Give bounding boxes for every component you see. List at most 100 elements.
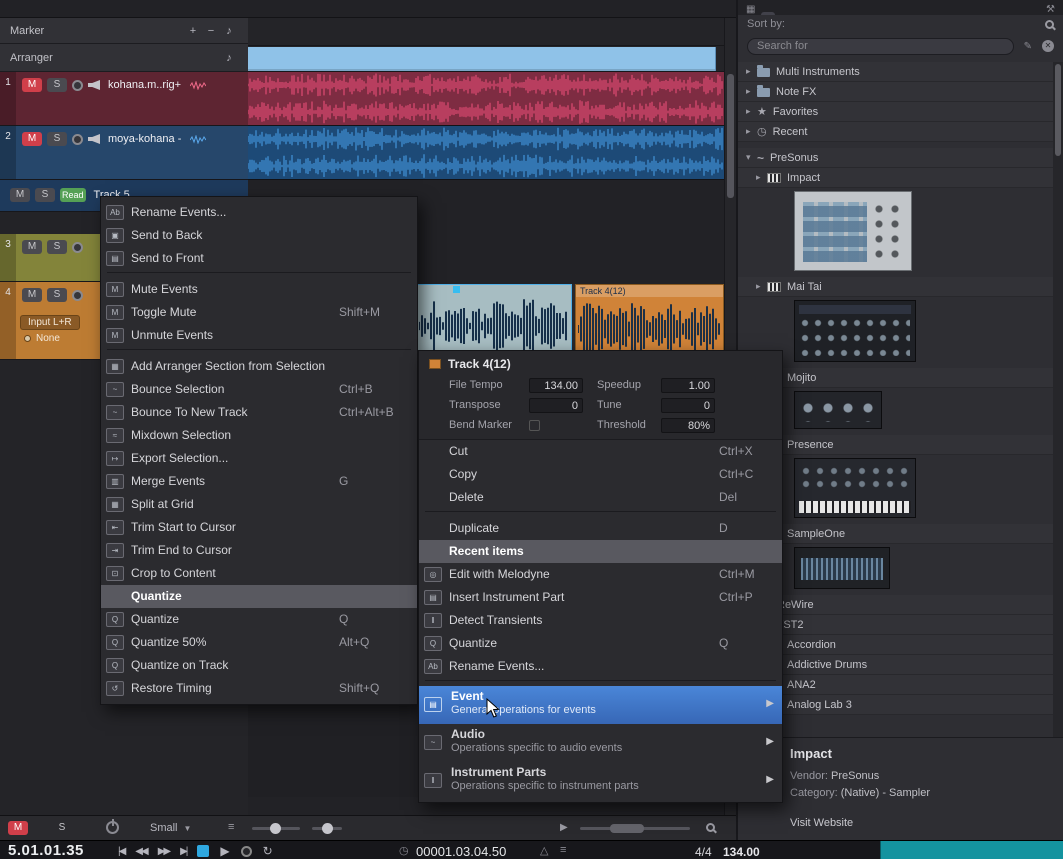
master-solo-button[interactable]: S (52, 821, 72, 835)
event-handle[interactable] (453, 286, 460, 293)
level-slider[interactable] (252, 823, 300, 834)
presence-thumbnail[interactable] (738, 455, 1053, 524)
monitor-icon[interactable] (88, 134, 100, 144)
visit-website-link[interactable]: Visit Website (790, 817, 853, 829)
marker-lane[interactable] (248, 18, 736, 46)
record-button[interactable] (240, 845, 252, 857)
stop-button[interactable] (197, 845, 210, 857)
tree-item-presence[interactable]: Presence (738, 435, 1053, 455)
track-1[interactable]: 1 M S kohana.m..rig+ (0, 72, 248, 126)
automation-mode-button[interactable]: Read (60, 188, 86, 202)
browser-tab[interactable] (812, 12, 826, 15)
output-selector[interactable]: None (20, 333, 80, 344)
file-tempo-value[interactable]: 134.00 (529, 377, 583, 393)
marker-music-icon[interactable]: ♪ (220, 24, 238, 38)
solo-button[interactable]: S (35, 188, 55, 202)
arrow-tool[interactable] (88, 2, 104, 16)
tree-item-mai-tai[interactable]: ▸ Mai Tai (738, 277, 1053, 297)
browser-scrollbar-thumb[interactable] (1055, 64, 1061, 156)
add-marker-button[interactable]: + (184, 24, 202, 38)
clear-search-icon[interactable]: ✕ (1042, 40, 1054, 52)
expand-arrow-icon[interactable]: ▸ (746, 126, 757, 137)
impact-thumbnail[interactable] (738, 188, 1053, 277)
menu-item[interactable]: ~ Bounce Selection Ctrl+B (101, 378, 417, 401)
bend-tool[interactable] (226, 2, 242, 16)
tree-item-presonus[interactable]: ▾ PreSonus (738, 148, 1053, 168)
browser-tab[interactable] (795, 12, 809, 15)
position-display[interactable]: 00001.03.04.50 (416, 844, 506, 859)
zoom-icon[interactable] (706, 823, 715, 832)
arranger-music-icon[interactable]: ♪ (220, 51, 238, 65)
plugin-thumbnail[interactable] (794, 191, 912, 271)
tree-item-analog-lab-3[interactable]: Analog Lab 3 (738, 695, 1053, 715)
track-1-lane[interactable] (248, 72, 736, 126)
record-arm-button[interactable] (72, 79, 83, 91)
menu-item[interactable]: ~ Bounce To New Track Ctrl+Alt+B (101, 401, 417, 424)
sampleone-thumbnail[interactable] (738, 544, 1053, 595)
menu-item[interactable]: Copy Ctrl+C (419, 463, 782, 486)
monitor-icon[interactable] (88, 80, 100, 90)
menu-category-item[interactable]: ▤ Event General operations for events ▶ (419, 686, 782, 724)
solo-button[interactable]: S (47, 132, 67, 146)
tune-value[interactable]: 0 (661, 397, 715, 413)
record-arm-button[interactable] (72, 133, 83, 145)
eraser-tool[interactable] (157, 2, 173, 16)
metronome-icon[interactable]: △ (540, 844, 548, 857)
solo-button[interactable]: S (47, 288, 67, 302)
plugin-thumbnail[interactable] (794, 300, 916, 362)
mute-button[interactable]: M (22, 132, 42, 146)
expand-arrow-icon[interactable]: ▸ (746, 86, 757, 97)
pan-slider[interactable] (312, 823, 342, 834)
menu-item[interactable]: ▤ Send to Front (101, 247, 417, 270)
remove-marker-button[interactable]: − (202, 24, 220, 38)
menu-item[interactable]: Ab Rename Events... (101, 201, 417, 224)
browser-tab[interactable] (846, 12, 860, 15)
menu-item[interactable]: ▤ Insert Instrument Part Ctrl+P (419, 586, 782, 609)
menu-item[interactable]: Recent items (419, 540, 782, 563)
precount-icon[interactable]: ≡ (560, 844, 566, 856)
track-name[interactable]: kohana.m..rig+ (108, 79, 181, 91)
paint-tool[interactable] (180, 2, 196, 16)
menu-item[interactable]: ▦ Add Arranger Section from Selection (101, 355, 417, 378)
tree-item-vst2[interactable]: ▾ VST2 (738, 615, 1053, 635)
wrench-icon[interactable]: ⚒ (1043, 4, 1058, 15)
arranger-lane[interactable] (248, 46, 736, 72)
menu-item[interactable]: ▣ Send to Back (101, 224, 417, 247)
mute-button[interactable]: M (22, 78, 42, 92)
track-2[interactable]: 2 M S moya-kohana - (0, 126, 248, 180)
range-tool[interactable] (111, 2, 127, 16)
track-2-lane[interactable] (248, 126, 736, 180)
size-dropdown[interactable]: Small ▼ (150, 822, 191, 834)
expand-arrow-icon[interactable]: ▸ (756, 172, 767, 183)
scroll-right-icon[interactable]: ▶ (560, 822, 568, 833)
menu-item[interactable]: ≈ Mixdown Selection (101, 424, 417, 447)
mute-button[interactable]: M (22, 288, 42, 302)
menu-item[interactable]: M Toggle Mute Shift+M (101, 301, 417, 324)
expand-arrow-icon[interactable]: ▸ (746, 106, 757, 117)
browser-tab[interactable] (761, 12, 776, 15)
menu-item[interactable]: Ab Rename Events... (419, 655, 782, 678)
mai-tai-thumbnail[interactable] (738, 297, 1053, 368)
menu-item[interactable]: Q Quantize on Track (101, 654, 417, 677)
menu-item[interactable]: ↺ Restore Timing Shift+Q (101, 677, 417, 700)
menu-item[interactable]: ↦ Export Selection... (101, 447, 417, 470)
record-arm-button[interactable] (72, 289, 83, 301)
go-to-end-button[interactable]: ▶| (180, 846, 188, 857)
tree-item-recent[interactable]: ▸ Recent (738, 122, 1053, 142)
menu-item[interactable]: ◎ Edit with Melodyne Ctrl+M (419, 563, 782, 586)
timebase-icon[interactable] (702, 2, 718, 16)
tempo-display[interactable]: 134.00 (723, 845, 760, 859)
loop-button[interactable]: ↻ (263, 844, 273, 858)
plugin-thumbnail[interactable] (794, 391, 882, 429)
plugin-thumbnail[interactable] (794, 547, 890, 589)
snap-icon[interactable] (679, 2, 695, 16)
tree-item-mojito[interactable]: Mojito (738, 368, 1053, 388)
browser-scrollbar[interactable] (1053, 62, 1063, 737)
menu-item[interactable]: Duplicate D (419, 517, 782, 540)
search-icon[interactable] (1045, 19, 1054, 29)
menu-item[interactable]: Q Quantize 50% Alt+Q (101, 631, 417, 654)
menu-item[interactable]: M Unmute Events (101, 324, 417, 347)
menu-item[interactable]: Cut Ctrl+X (419, 440, 782, 463)
rewind-button[interactable]: ◀◀ (135, 846, 148, 857)
tree-item-multi-instruments[interactable]: ▸ Multi Instruments (738, 62, 1053, 82)
